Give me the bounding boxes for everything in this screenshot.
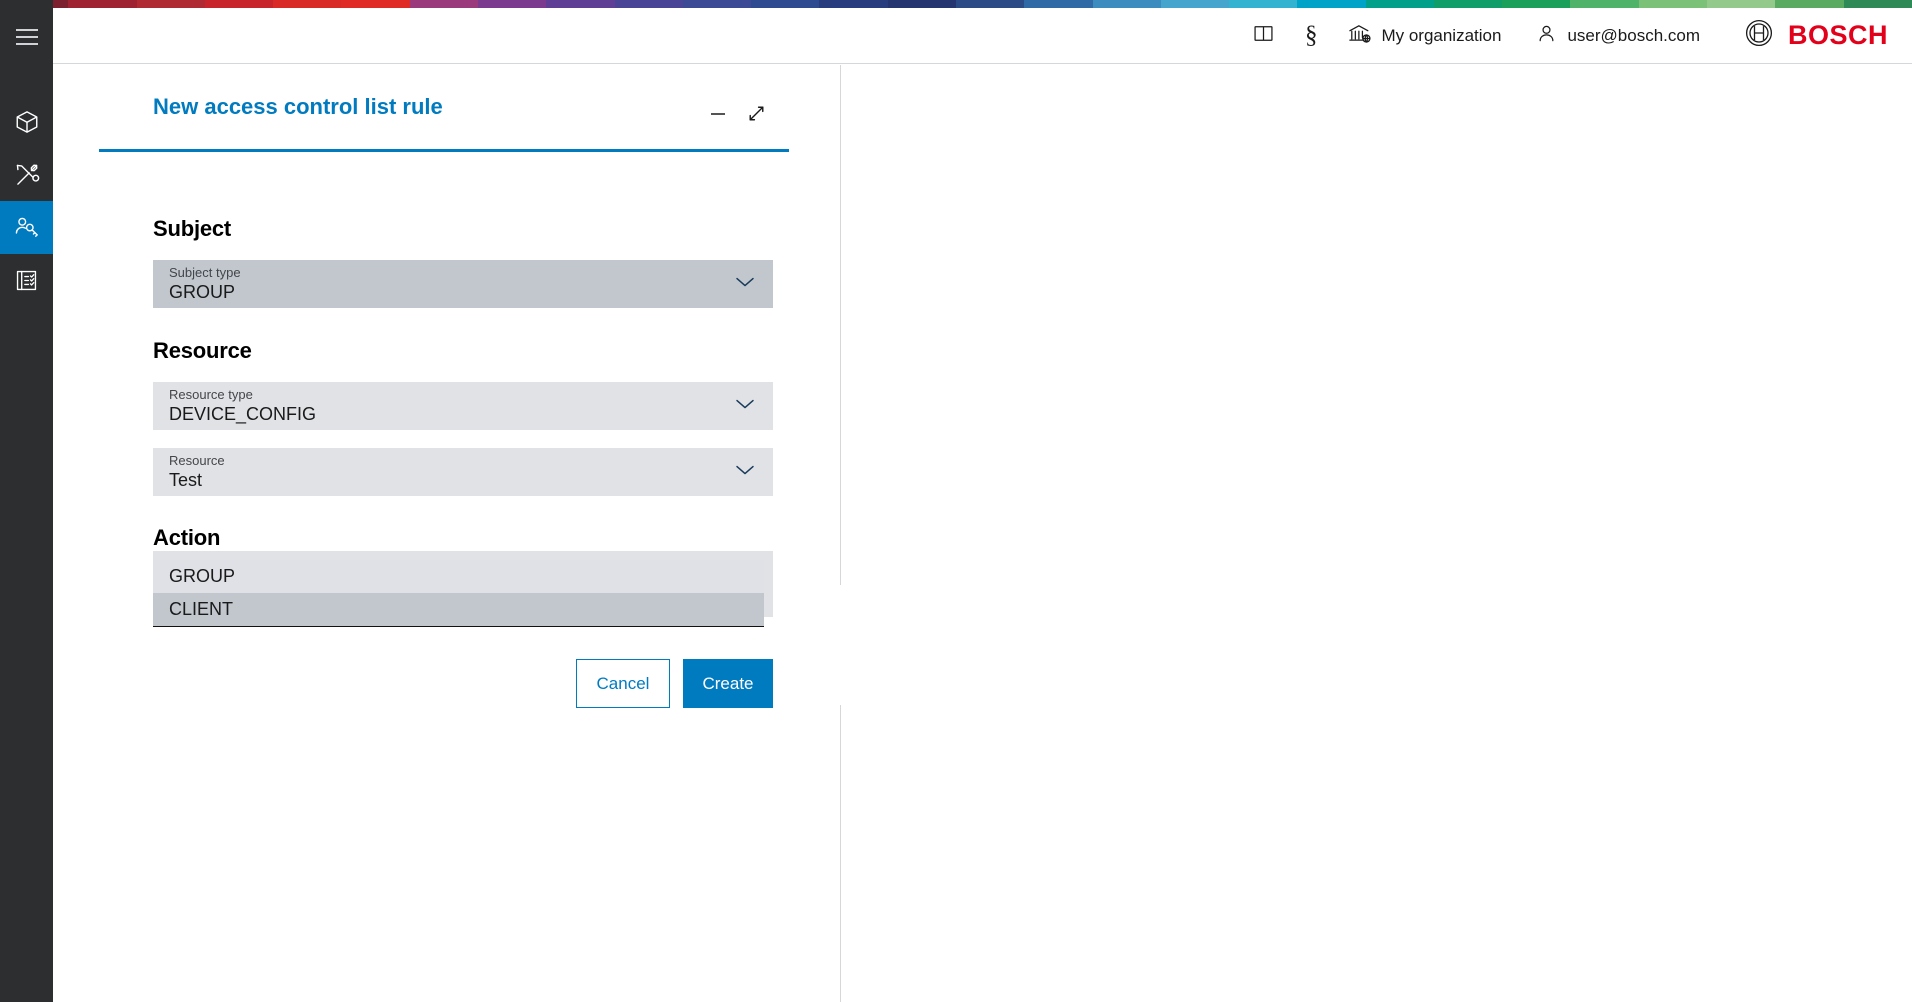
panel-header-actions <box>707 105 767 127</box>
resource-label: Resource <box>169 453 225 468</box>
cube-icon <box>14 109 40 135</box>
panel-body: Subject Subject type GROUP GROUP CLIENT <box>99 216 789 708</box>
my-organization-button[interactable]: My organization <box>1347 21 1501 51</box>
minimize-panel-button[interactable] <box>707 105 729 127</box>
resource-type-select[interactable]: Resource type DEVICE_CONFIG <box>153 382 773 430</box>
accent-strip-segment <box>68 0 136 8</box>
my-organization-label: My organization <box>1381 26 1501 46</box>
subject-type-dropdown-list: GROUP CLIENT <box>153 560 764 626</box>
accent-strip-segment <box>1775 0 1843 8</box>
bosch-wordmark: BOSCH <box>1788 20 1888 51</box>
sidebar-item-access-control[interactable] <box>0 201 53 254</box>
panel-scrollbar[interactable] <box>838 585 842 705</box>
form-actions: Cancel Create <box>153 659 773 708</box>
person-icon <box>1535 22 1558 50</box>
accent-strip-segment <box>478 0 546 8</box>
accent-strip-segment <box>137 0 205 8</box>
accent-strip-segment <box>1639 0 1707 8</box>
create-button[interactable]: Create <box>683 659 773 708</box>
accent-strip-segment <box>1570 0 1638 8</box>
sidebar-item-devices[interactable] <box>0 95 53 148</box>
accent-strip-segment <box>1161 0 1229 8</box>
user-email-label: user@bosch.com <box>1567 26 1700 46</box>
accent-strip-segment <box>1707 0 1775 8</box>
cancel-button[interactable]: Cancel <box>576 659 670 708</box>
accent-strip-segment <box>1434 0 1502 8</box>
bosch-symbol-icon <box>1744 18 1774 53</box>
accent-strip-segment <box>615 0 683 8</box>
accent-strip-segment <box>1844 0 1912 8</box>
panel-divider <box>840 65 841 1002</box>
tools-icon <box>14 162 40 188</box>
resource-type-label: Resource type <box>169 387 253 402</box>
accent-strip-segment <box>341 0 409 8</box>
chevron-down-icon <box>734 275 756 294</box>
page-title: New access control list rule <box>153 94 443 120</box>
chevron-down-icon <box>734 463 756 482</box>
minimize-icon <box>709 105 727 128</box>
accent-strip-segment <box>273 0 341 8</box>
dropdown-option-label: CLIENT <box>169 599 233 620</box>
accent-strip-segment <box>1093 0 1161 8</box>
chevron-down-icon <box>734 397 756 416</box>
accent-strip-segment <box>1297 0 1365 8</box>
expand-panel-button[interactable] <box>745 105 767 127</box>
bosch-logo[interactable]: BOSCH <box>1744 18 1888 53</box>
section-sign-icon: § <box>1305 23 1318 48</box>
brand-accent-strip <box>0 0 1912 8</box>
sidebar-item-audit-log[interactable] <box>0 254 53 307</box>
accent-strip-segment <box>546 0 614 8</box>
subject-type-select[interactable]: Subject type GROUP <box>153 260 773 308</box>
top-app-bar: § My organization user@bosch.com <box>53 8 1912 64</box>
accent-strip-segment <box>205 0 273 8</box>
expand-diagonal-icon <box>747 104 766 128</box>
workspace: New access control list rule <box>53 65 1912 1002</box>
sidebar-item-maintenance[interactable] <box>0 148 53 201</box>
dropdown-option-client[interactable]: CLIENT <box>153 593 764 626</box>
accent-strip-segment <box>410 0 478 8</box>
dropdown-option-group[interactable]: GROUP <box>153 560 764 593</box>
left-navigation-rail <box>0 0 53 1002</box>
subject-type-value: GROUP <box>169 282 235 303</box>
section-title-action: Action <box>153 525 735 551</box>
panel-header: New access control list rule <box>99 65 789 152</box>
new-acl-rule-panel: New access control list rule <box>99 65 789 1002</box>
section-title-subject: Subject <box>153 216 735 242</box>
user-account-button[interactable]: user@bosch.com <box>1535 22 1700 50</box>
hamburger-menu-icon[interactable] <box>0 20 53 54</box>
hamburger-line <box>16 43 38 45</box>
subject-type-label: Subject type <box>169 265 241 280</box>
user-key-icon <box>13 214 41 242</box>
accent-strip-segment <box>819 0 887 8</box>
accent-strip-segment <box>683 0 751 8</box>
hamburger-line <box>16 29 38 31</box>
list-doc-icon <box>14 268 39 293</box>
accent-strip-segment <box>751 0 819 8</box>
accent-strip-segment <box>1502 0 1570 8</box>
resource-select[interactable]: Resource Test <box>153 448 773 496</box>
dropdown-option-label: GROUP <box>169 566 235 587</box>
resource-value: Test <box>169 470 202 491</box>
bank-globe-icon <box>1347 21 1372 51</box>
accent-strip-segment <box>956 0 1024 8</box>
hamburger-line <box>16 36 38 38</box>
accent-strip-segment <box>888 0 956 8</box>
manual-book-button[interactable] <box>1252 22 1275 50</box>
legal-notice-button[interactable]: § <box>1305 23 1318 48</box>
accent-strip-segment <box>1366 0 1434 8</box>
book-icon <box>1252 22 1275 50</box>
resource-type-value: DEVICE_CONFIG <box>169 404 316 425</box>
accent-strip-segment <box>1229 0 1297 8</box>
accent-strip-segment <box>1024 0 1092 8</box>
section-title-resource: Resource <box>153 338 735 364</box>
